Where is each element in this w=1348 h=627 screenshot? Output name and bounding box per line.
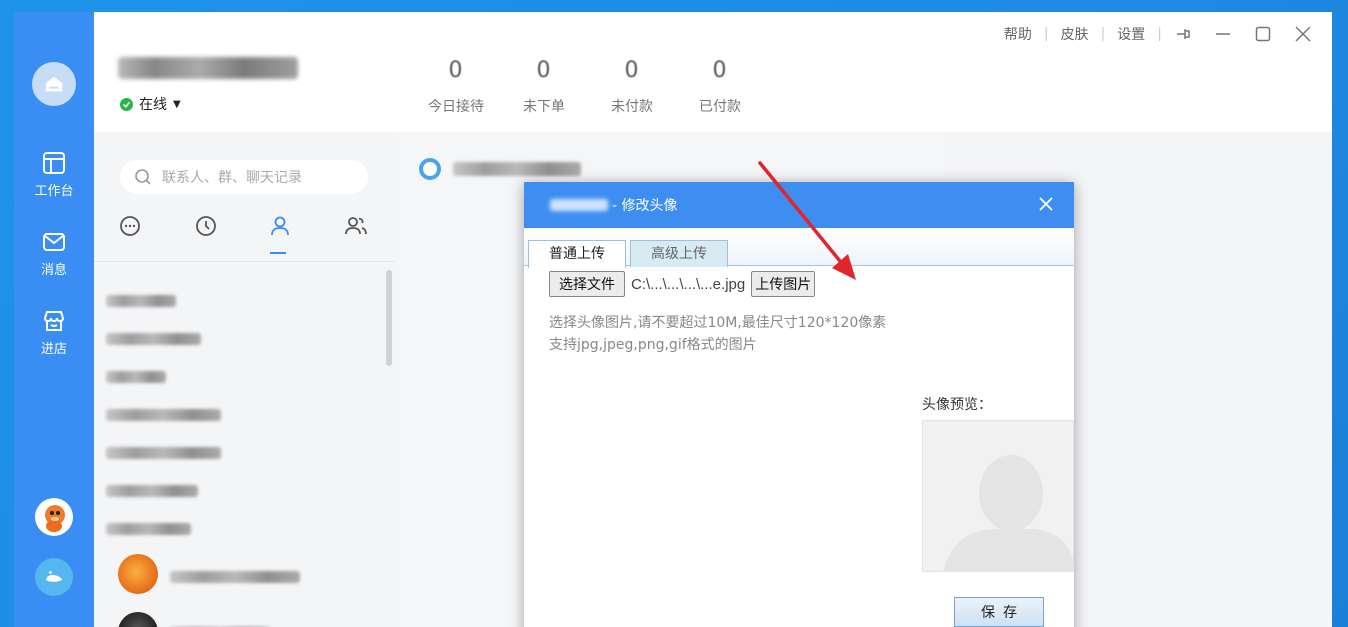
contact-group-row[interactable]	[106, 292, 176, 312]
app-header: 在线 ▼ 0 今日接待 0 未下单 0 未付款 0 已付款 帮助 | 皮肤 | …	[94, 12, 1332, 132]
search-icon	[135, 169, 151, 185]
close-window-icon[interactable]	[1294, 25, 1312, 43]
contact-group-row[interactable]	[106, 406, 221, 426]
close-icon[interactable]	[1036, 194, 1056, 214]
upload-hint: 选择头像图片,请不要超过10M,最佳尺寸120*120像素 支持jpg,jpeg…	[549, 312, 886, 356]
stats-bar: 0 今日接待 0 未下单 0 未付款 0 已付款	[412, 58, 764, 116]
nav-messages-label: 消息	[40, 263, 67, 278]
clock-icon	[196, 216, 216, 236]
contact-group-row[interactable]	[106, 482, 198, 502]
stat-not-ordered[interactable]: 0 未下单	[500, 58, 588, 116]
settings-link[interactable]: 设置	[1117, 24, 1145, 44]
dialog-header: - 修改头像	[524, 182, 1074, 228]
stat-value: 0	[624, 58, 640, 83]
save-button[interactable]: 保存	[954, 597, 1044, 627]
home-button[interactable]	[32, 62, 76, 106]
pin-icon[interactable]	[1174, 25, 1192, 43]
store-icon	[43, 311, 65, 331]
contact-group-row[interactable]	[106, 520, 191, 540]
stat-label: 今日接待	[428, 99, 484, 115]
online-status[interactable]: 在线 ▼	[120, 94, 181, 114]
preview-label: 头像预览：	[922, 397, 992, 413]
hint-line: 选择头像图片,请不要超过10M,最佳尺寸120*120像素	[549, 315, 887, 331]
active-tab-indicator	[270, 252, 286, 254]
stat-unpaid[interactable]: 0 未付款	[588, 58, 676, 116]
contact-row[interactable]	[170, 568, 300, 588]
maximize-icon[interactable]	[1254, 25, 1272, 43]
tab-recent[interactable]	[194, 214, 220, 240]
contact-group-row[interactable]	[106, 330, 201, 350]
contact-list-scrollbar[interactable]	[386, 270, 392, 366]
avatar-silhouette-icon	[943, 455, 1073, 571]
file-upload-row: 选择文件 C:\...\...\...\...e.jpg 上传图片	[549, 271, 816, 297]
mascot-icon	[45, 505, 65, 532]
dialog-user-redacted	[550, 199, 608, 211]
shop-name-redacted	[118, 57, 298, 79]
tab-advanced-upload[interactable]: 高级上传	[630, 240, 728, 267]
tab-groups[interactable]	[344, 214, 370, 240]
choose-file-button[interactable]: 选择文件	[549, 271, 625, 297]
menu-divider: |	[1157, 26, 1162, 42]
whale-icon	[45, 571, 63, 582]
contact-avatar	[118, 612, 158, 627]
contact-group-row[interactable]	[106, 444, 221, 464]
home-icon	[45, 76, 63, 92]
stat-value: 0	[448, 58, 464, 83]
contact-group-row[interactable]	[106, 368, 166, 388]
nav-store[interactable]: 进店	[14, 308, 94, 357]
group-icon	[345, 217, 367, 235]
caret-down-icon: ▼	[173, 98, 181, 110]
help-link[interactable]: 帮助	[1004, 24, 1032, 44]
stat-value: 0	[536, 58, 552, 83]
selected-file-name: C:\...\...\...\...e.jpg	[631, 275, 746, 293]
stat-label: 未下单	[523, 99, 565, 115]
upload-tabs: 普通上传 高级上传	[524, 228, 1074, 268]
nav-store-label: 进店	[40, 342, 67, 357]
contact-tabs	[94, 210, 395, 262]
menu-divider: |	[1043, 26, 1049, 42]
app-mascot-button[interactable]	[35, 558, 73, 596]
nav-messages[interactable]: 消息	[14, 229, 94, 278]
search-placeholder: 联系人、群、聊天记录	[162, 170, 302, 186]
left-rail: 工作台 消息 进店	[14, 12, 94, 627]
minimize-icon[interactable]	[1214, 25, 1232, 43]
tab-normal-upload[interactable]: 普通上传	[528, 240, 626, 268]
status-label: 在线	[139, 97, 167, 113]
hint-line: 支持jpg,jpeg,png,gif格式的图片	[549, 337, 757, 353]
change-avatar-dialog: - 修改头像 普通上传 高级上传 选择文件 C:\...\...\...\...…	[524, 182, 1074, 627]
user-avatar[interactable]	[35, 498, 73, 536]
stat-today-served[interactable]: 0 今日接待	[412, 58, 500, 116]
chat-bubble-icon	[120, 216, 140, 236]
stat-label: 未付款	[611, 99, 653, 115]
menu-divider: |	[1100, 26, 1106, 42]
upload-image-button[interactable]: 上传图片	[751, 271, 816, 297]
mail-icon	[43, 233, 65, 251]
stat-value: 0	[712, 58, 728, 83]
tab-contacts[interactable]	[268, 214, 294, 240]
contact-panel: 联系人、群、聊天记录	[94, 132, 395, 627]
dialog-title: - 修改头像	[612, 198, 678, 214]
workbench-icon	[43, 152, 65, 174]
avatar-preview	[922, 420, 1074, 572]
contact-search-input[interactable]: 联系人、群、聊天记录	[120, 160, 368, 194]
chat-status-icon	[419, 158, 441, 180]
tab-chats[interactable]	[118, 214, 144, 240]
chat-title	[419, 158, 581, 180]
stat-paid[interactable]: 0 已付款	[676, 58, 764, 116]
skin-link[interactable]: 皮肤	[1061, 24, 1089, 44]
stat-label: 已付款	[699, 99, 741, 115]
online-check-icon	[120, 97, 133, 111]
nav-workbench-label: 工作台	[34, 184, 74, 199]
nav-workbench[interactable]: 工作台	[14, 150, 94, 199]
person-icon	[271, 216, 289, 236]
top-menu: 帮助 | 皮肤 | 设置 |	[1004, 24, 1312, 44]
contact-avatar	[118, 554, 158, 594]
